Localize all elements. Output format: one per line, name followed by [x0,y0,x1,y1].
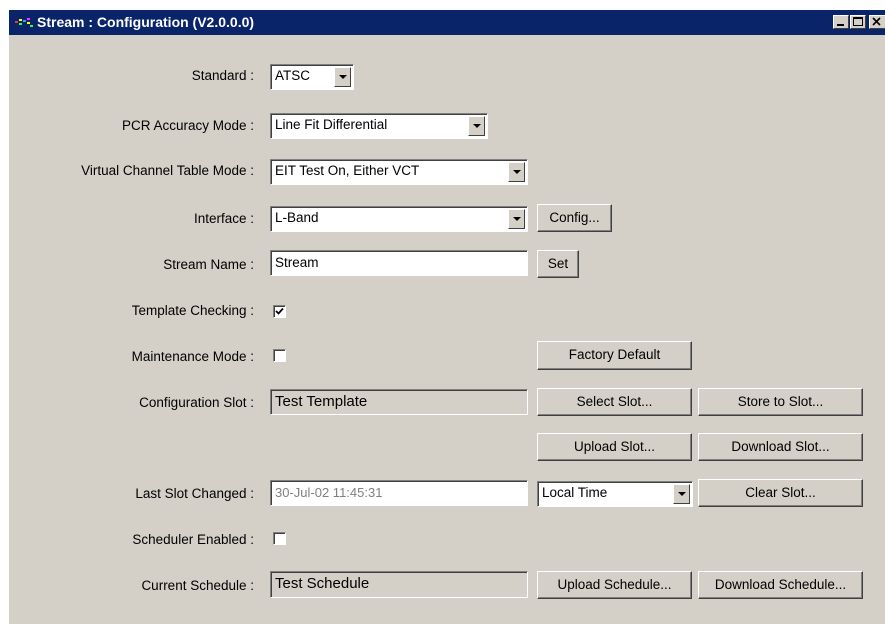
pcr-accuracy-mode-label: PCR Accuracy Mode : [121,118,254,133]
minimize-icon [837,24,844,26]
interface-label: Interface : [193,211,254,226]
upload-schedule-button[interactable]: Upload Schedule... [537,571,692,599]
upload-slot-button[interactable]: Upload Slot... [537,433,692,461]
select-slot-button[interactable]: Select Slot... [537,388,692,416]
chevron-down-icon[interactable] [468,116,485,136]
maintenance-mode-label: Maintenance Mode : [131,349,254,364]
standard-select[interactable]: ATSC [270,64,354,90]
app-icon [15,18,33,27]
chevron-down-icon[interactable] [673,484,690,504]
minimize-button[interactable] [833,15,849,29]
current-schedule-field: Test Schedule [270,571,528,598]
chevron-down-icon[interactable] [334,67,351,87]
vct-mode-value: EIT Test On, Either VCT [275,163,420,178]
store-to-slot-button[interactable]: Store to Slot... [698,388,863,416]
close-button[interactable] [869,15,885,29]
stream-name-input[interactable]: Stream [270,250,528,276]
config-button[interactable]: Config... [537,204,612,232]
chevron-down-icon[interactable] [508,162,525,182]
stream-name-label: Stream Name : [163,257,254,272]
download-slot-button[interactable]: Download Slot... [698,433,863,461]
chevron-down-icon[interactable] [508,209,525,229]
vct-mode-select[interactable]: EIT Test On, Either VCT [270,159,528,185]
scheduler-enabled-checkbox[interactable] [273,532,286,545]
close-icon [872,17,881,26]
clear-slot-button[interactable]: Clear Slot... [698,479,863,507]
time-zone-select[interactable]: Local Time [537,481,693,507]
standard-label: Standard : [191,68,254,83]
scheduler-enabled-label: Scheduler Enabled : [132,532,254,547]
pcr-accuracy-mode-select[interactable]: Line Fit Differential [270,113,488,139]
last-slot-changed-field: 30-Jul-02 11:45:31 [270,480,528,506]
factory-default-button[interactable]: Factory Default [537,341,692,370]
configuration-window: Stream : Configuration (V2.0.0.0) Standa… [8,9,885,624]
vct-mode-label: Virtual Channel Table Mode : [81,163,254,178]
set-button[interactable]: Set [537,250,579,278]
interface-select[interactable]: L-Band [270,206,528,232]
maintenance-mode-checkbox[interactable] [273,349,286,362]
download-schedule-button[interactable]: Download Schedule... [698,571,863,599]
window-title: Stream : Configuration (V2.0.0.0) [37,14,255,30]
interface-value: L-Band [275,210,319,225]
configuration-slot-field: Test Template [270,389,528,415]
checkmark-icon [275,307,284,315]
template-checking-label: Template Checking : [131,303,254,318]
configuration-slot-label: Configuration Slot : [139,395,254,410]
last-slot-changed-label: Last Slot Changed : [135,486,254,501]
template-checking-checkbox[interactable] [273,305,286,318]
time-zone-value: Local Time [542,485,608,500]
standard-value: ATSC [275,68,311,83]
title-bar[interactable]: Stream : Configuration (V2.0.0.0) [9,10,885,35]
maximize-icon [853,17,863,26]
maximize-button[interactable] [850,15,866,29]
current-schedule-label: Current Schedule : [141,578,254,593]
pcr-accuracy-mode-value: Line Fit Differential [275,117,388,132]
